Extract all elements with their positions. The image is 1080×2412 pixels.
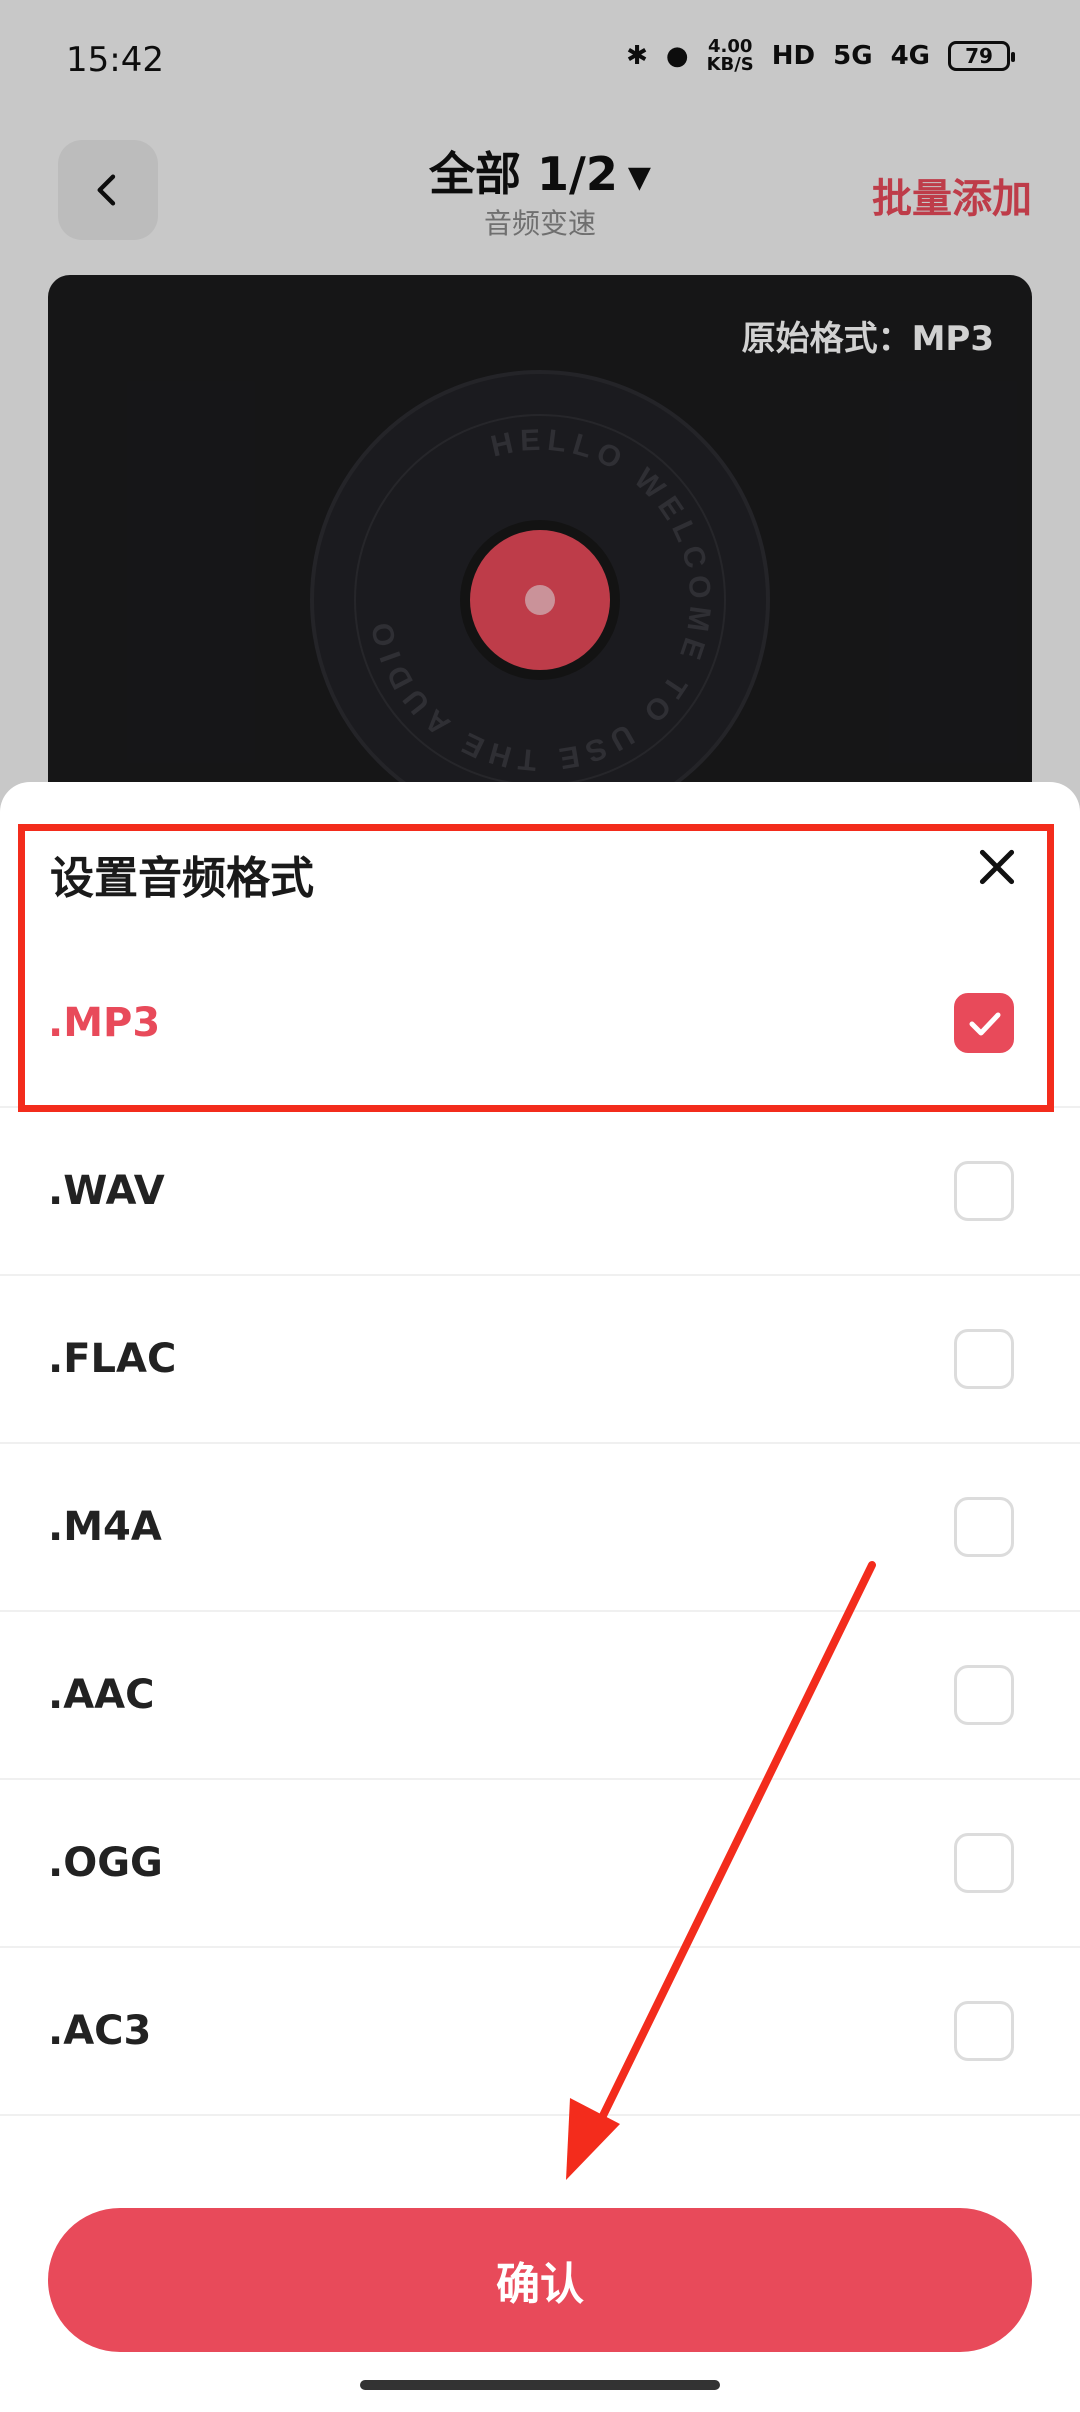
format-label: .MP3 xyxy=(48,1000,161,1046)
checkmark-icon xyxy=(969,1012,1001,1036)
checkbox-unchecked[interactable] xyxy=(954,1497,1014,1557)
checkbox-unchecked[interactable] xyxy=(954,1161,1014,1221)
format-label: .AC3 xyxy=(48,2008,152,2054)
close-icon xyxy=(979,849,1015,885)
format-option-wav[interactable]: .WAV xyxy=(0,1108,1080,1276)
format-label: .M4A xyxy=(48,1504,162,1550)
format-label: .FLAC xyxy=(48,1336,177,1382)
format-option-ogg[interactable]: .OGG xyxy=(0,1780,1080,1948)
format-label: .WAV xyxy=(48,1168,165,1214)
format-label: .OGG xyxy=(48,1840,163,1886)
format-option-aac[interactable]: .AAC xyxy=(0,1612,1080,1780)
confirm-button[interactable]: 确认 xyxy=(48,2208,1032,2352)
format-option-flac[interactable]: .FLAC xyxy=(0,1276,1080,1444)
checkbox-checked[interactable] xyxy=(954,993,1014,1053)
close-button[interactable] xyxy=(972,842,1022,892)
format-option-m4a[interactable]: .M4A xyxy=(0,1444,1080,1612)
format-label: .AAC xyxy=(48,1672,155,1718)
format-option-mp3[interactable]: .MP3 xyxy=(0,940,1080,1108)
format-bottom-sheet: 设置音频格式 .MP3 .WAV .FLAC .M4A .AAC .OGG .A… xyxy=(0,782,1080,2412)
checkbox-unchecked[interactable] xyxy=(954,2001,1014,2061)
checkbox-unchecked[interactable] xyxy=(954,1329,1014,1389)
format-option-ac3[interactable]: .AC3 xyxy=(0,1948,1080,2116)
home-indicator xyxy=(360,2380,720,2390)
sheet-title: 设置音频格式 xyxy=(50,853,314,904)
checkbox-unchecked[interactable] xyxy=(954,1665,1014,1725)
checkbox-unchecked[interactable] xyxy=(954,1833,1014,1893)
